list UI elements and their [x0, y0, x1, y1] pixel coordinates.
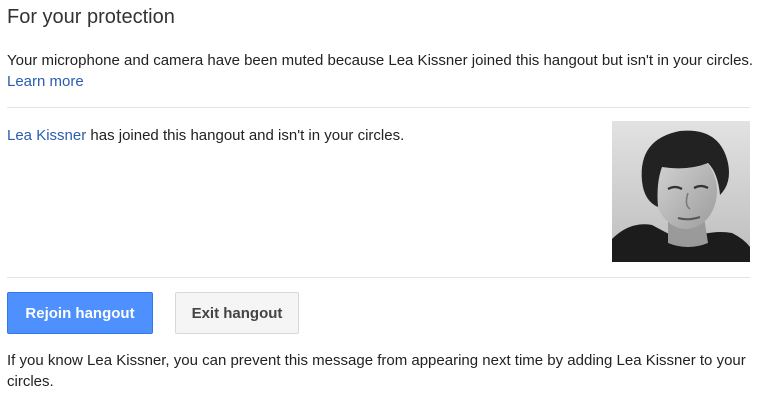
- user-photo: [612, 121, 750, 262]
- mute-notice-text: Your microphone and camera have been mut…: [7, 52, 754, 69]
- divider-top: [7, 107, 750, 108]
- joined-person-link[interactable]: Lea Kissner: [7, 127, 86, 144]
- learn-more-link[interactable]: Learn more: [7, 73, 84, 90]
- joined-notice: Lea Kissner has joined this hangout and …: [7, 125, 404, 146]
- rejoin-hangout-button[interactable]: Rejoin hangout: [7, 292, 153, 334]
- divider-bottom: [7, 277, 750, 278]
- joined-notice-text: has joined this hangout and isn't in you…: [86, 127, 405, 144]
- exit-hangout-button[interactable]: Exit hangout: [175, 292, 299, 334]
- user-photo-icon: [612, 121, 750, 262]
- dialog-title: For your protection: [7, 6, 175, 28]
- mute-notice: Your microphone and camera have been mut…: [7, 50, 755, 92]
- footnote-text: If you know Lea Kissner, you can prevent…: [7, 352, 746, 390]
- protection-dialog: For your protection Your microphone and …: [0, 0, 760, 400]
